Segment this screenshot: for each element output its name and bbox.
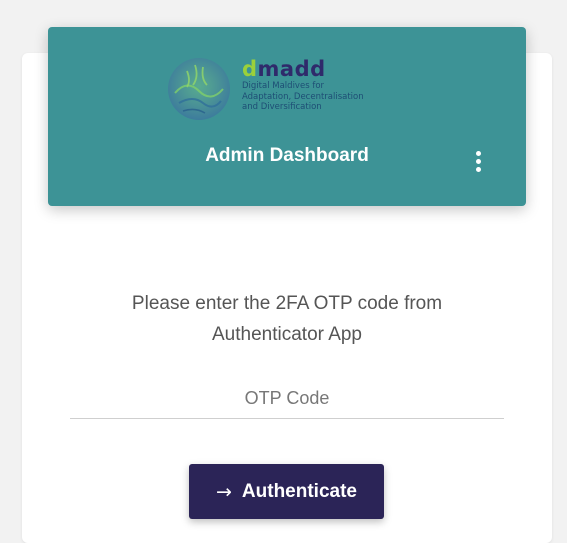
otp-code-input[interactable] (70, 378, 504, 419)
tagline-line-1: Digital Maldives for (242, 81, 325, 91)
otp-instruction: Please enter the 2FA OTP code from Authe… (22, 288, 552, 350)
logo-emblem-icon (168, 58, 230, 120)
authenticate-label: Authenticate (241, 480, 357, 502)
kebab-menu-icon[interactable] (470, 149, 486, 175)
arrow-right-icon: → (216, 480, 232, 503)
logo-text: dmadd Digital Maldives for Adaptation, D… (242, 58, 364, 113)
brand-rest: madd (257, 57, 326, 81)
brand-prefix: d (242, 57, 258, 81)
card-header: dmadd Digital Maldives for Adaptation, D… (48, 27, 526, 206)
instruction-line-1: Please enter the 2FA OTP code from (131, 293, 443, 314)
brand-name: dmadd (242, 58, 364, 80)
tagline-line-2: Adaptation, Decentralisation (242, 91, 364, 102)
authenticate-button[interactable]: → Authenticate (189, 464, 384, 519)
instruction-line-2: Authenticator App (212, 324, 362, 345)
brand-tagline: Digital Maldives for Adaptation, Decentr… (242, 81, 364, 113)
page-title: Admin Dashboard (205, 145, 369, 166)
tagline-line-3: and Diversification (242, 102, 322, 112)
